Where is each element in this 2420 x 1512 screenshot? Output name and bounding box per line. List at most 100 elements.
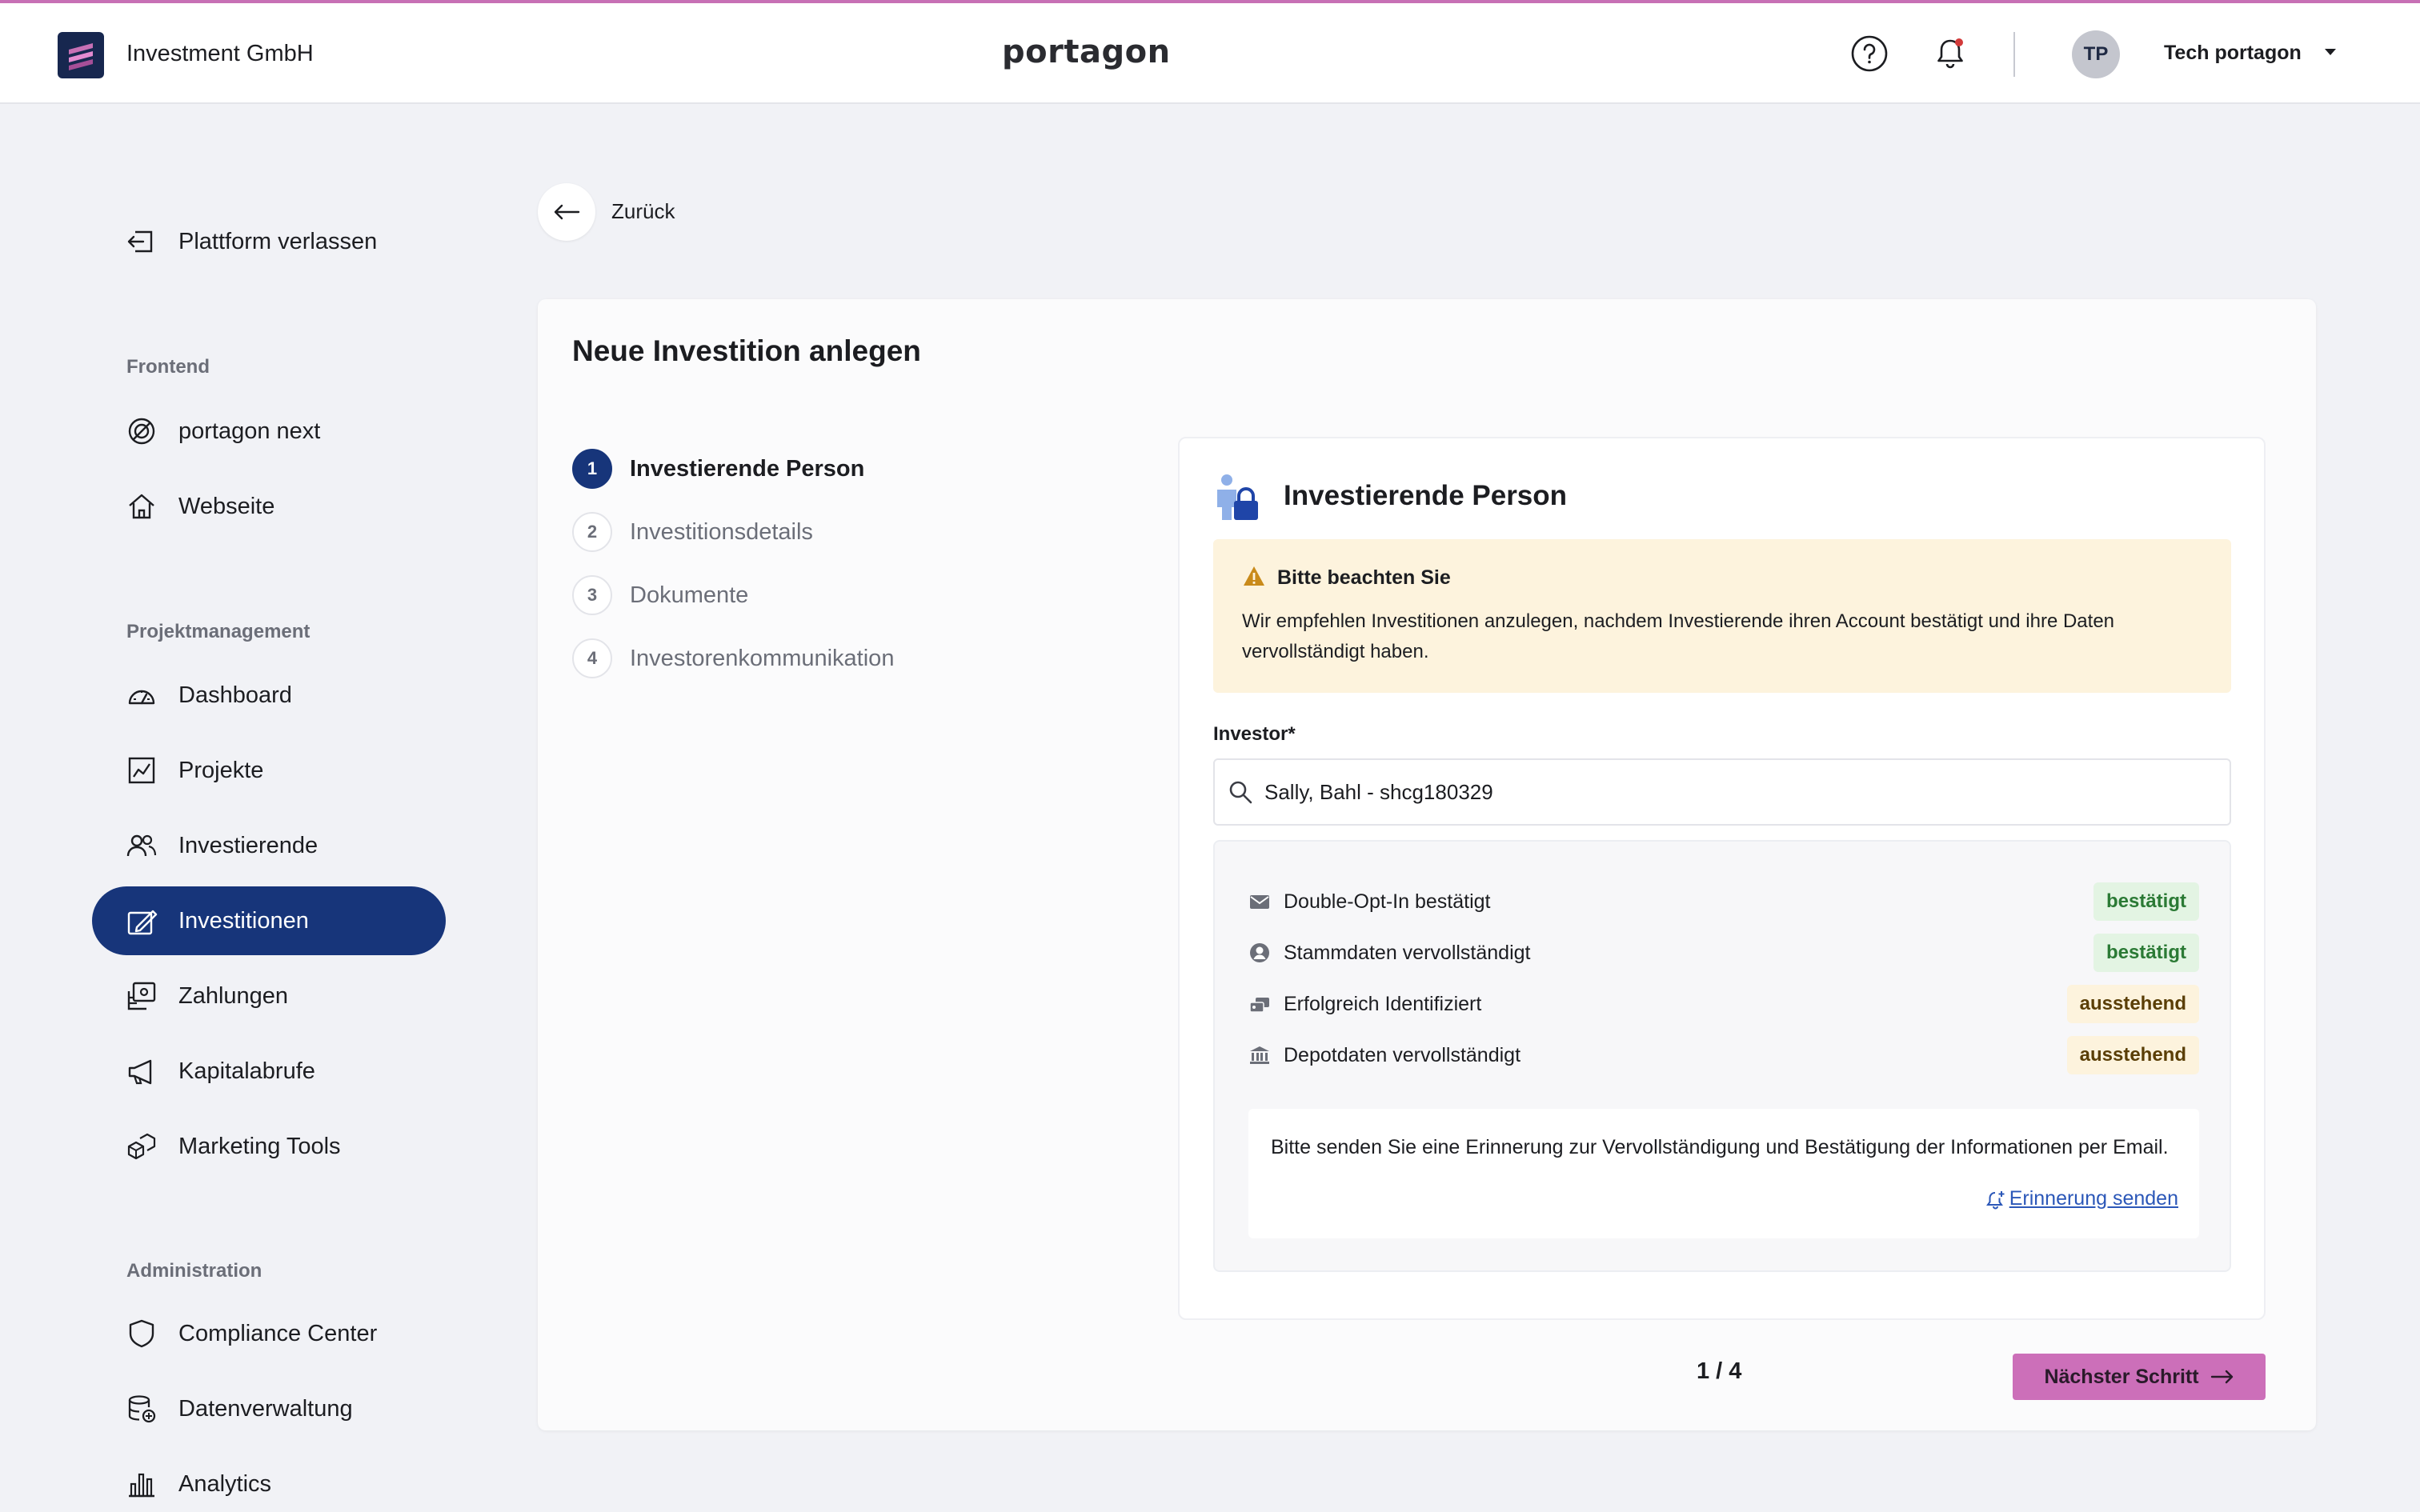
- warning-icon: [1242, 565, 1266, 587]
- status-label: Stammdaten vervollständigt: [1284, 941, 1531, 964]
- sidebar-item-portagon-next[interactable]: portagon next: [92, 397, 446, 466]
- person-lock-icon: [1213, 472, 1261, 522]
- step-investing-person[interactable]: 1 Investierende Person: [572, 448, 864, 490]
- status-row-identified: Erfolgreich Identifiziert ausstehend: [1248, 984, 2199, 1024]
- reminder-box: Bitte senden Sie eine Erinnerung zur Ver…: [1248, 1109, 2199, 1238]
- step-documents[interactable]: 3 Dokumente: [572, 574, 748, 616]
- sidebar-item-label: Plattform verlassen: [178, 228, 378, 254]
- sidebar-item-datenverwaltung[interactable]: Datenverwaltung: [92, 1374, 446, 1443]
- sidebar-item-label: Projekte: [178, 757, 264, 783]
- user-name[interactable]: Tech portagon: [2164, 42, 2302, 65]
- sidebar-item-dashboard[interactable]: Dashboard: [92, 661, 446, 730]
- sidebar-item-webseite[interactable]: Webseite: [92, 472, 446, 541]
- notice-text: Wir empfehlen Investitionen anzulegen, n…: [1242, 610, 2115, 662]
- page-title: Neue Investition anlegen: [572, 334, 921, 367]
- sidebar-item-marketing-tools[interactable]: Marketing Tools: [92, 1112, 446, 1181]
- sidebar-item-label: Marketing Tools: [178, 1133, 341, 1159]
- chart-icon: [126, 754, 158, 786]
- step-number: 2: [572, 512, 612, 552]
- exit-icon: [126, 226, 158, 258]
- status-badge: bestätigt: [2093, 934, 2199, 972]
- sidebar-item-label: Investitionen: [178, 907, 309, 934]
- user-circle-icon: [1248, 942, 1271, 964]
- brand-logo[interactable]: [58, 32, 104, 78]
- chevron-down-icon[interactable]: [2322, 46, 2338, 58]
- step-number: 3: [572, 575, 612, 615]
- step-label: Investorenkommunikation: [630, 645, 895, 671]
- sidebar-item-zahlungen[interactable]: Zahlungen: [92, 962, 446, 1030]
- step-label: Dokumente: [630, 582, 749, 608]
- step-number: 4: [572, 638, 612, 678]
- step-label: Investitionsdetails: [630, 518, 813, 545]
- top-divider: [2013, 32, 2015, 77]
- sidebar-item-label: Investierende: [178, 832, 319, 858]
- avatar[interactable]: TP: [2072, 30, 2120, 78]
- step-label: Investierende Person: [630, 455, 865, 482]
- status-row-double-opt-in: Double-Opt-In bestätigt bestätigt: [1248, 882, 2199, 922]
- step-investor-communication[interactable]: 4 Investorenkommunikation: [572, 638, 894, 679]
- back-label[interactable]: Zurück: [611, 199, 675, 224]
- portagon-logo: portagon: [1002, 34, 1171, 70]
- brand-name: Investment GmbH: [126, 41, 314, 66]
- users-icon: [126, 830, 158, 862]
- sidebar-item-kapitalabrufe[interactable]: Kapitalabrufe: [92, 1037, 446, 1106]
- investor-status-box: Double-Opt-In bestätigt bestätigt Stammd…: [1213, 840, 2231, 1272]
- sidebar-item-investierende[interactable]: Investierende: [92, 811, 446, 880]
- sidebar-item-label: Zahlungen: [178, 982, 289, 1009]
- sidebar-section-administration: Administration: [126, 1260, 262, 1282]
- new-investment-card: Neue Investition anlegen 1 Investierende…: [538, 299, 2316, 1430]
- step-investment-details[interactable]: 2 Investitionsdetails: [572, 511, 813, 553]
- investor-search-field[interactable]: [1213, 758, 2231, 826]
- sidebar-section-frontend: Frontend: [126, 356, 210, 378]
- sidebar-item-analytics[interactable]: Analytics: [92, 1450, 446, 1512]
- database-icon: [126, 1393, 158, 1425]
- sidebar-item-compliance-center[interactable]: Compliance Center: [92, 1299, 446, 1368]
- top-bar: Investment GmbH portagon TP Tech portago…: [0, 0, 2420, 104]
- home-icon: [126, 490, 158, 522]
- search-icon: [1228, 779, 1253, 805]
- investor-field-label: Investor*: [1213, 723, 1296, 745]
- status-label: Double-Opt-In bestätigt: [1284, 890, 1491, 913]
- send-reminder-label: Erinnerung senden: [2009, 1187, 2178, 1210]
- sidebar-item-label: Webseite: [178, 493, 275, 519]
- sidebar-item-investitionen[interactable]: Investitionen: [92, 886, 446, 955]
- status-row-master-data: Stammdaten vervollständigt bestätigt: [1248, 933, 2199, 973]
- notification-bell-icon[interactable]: [1930, 34, 1970, 74]
- next-step-button[interactable]: Nächster Schritt: [2013, 1354, 2266, 1400]
- back-button[interactable]: [538, 183, 595, 241]
- reminder-text: Bitte senden Sie eine Erinnerung zur Ver…: [1271, 1136, 2169, 1158]
- status-row-depot-data: Depotdaten vervollständigt ausstehend: [1248, 1035, 2199, 1075]
- send-reminder-link[interactable]: Erinnerung senden: [1985, 1187, 2178, 1210]
- sidebar-item-leave-platform[interactable]: Plattform verlassen: [92, 207, 446, 276]
- status-badge: ausstehend: [2066, 985, 2199, 1023]
- portagon-next-icon: [126, 415, 158, 447]
- sidebar-item-projekte[interactable]: Projekte: [92, 736, 446, 805]
- status-label: Erfolgreich Identifiziert: [1284, 992, 1482, 1015]
- mail-icon: [1248, 890, 1271, 913]
- megaphone-icon: [126, 1055, 158, 1087]
- step-pager: 1 / 4: [1697, 1358, 1742, 1384]
- boxes-icon: [126, 1130, 158, 1162]
- status-badge: bestätigt: [2093, 882, 2199, 921]
- sidebar-item-label: Kapitalabrufe: [178, 1058, 315, 1084]
- id-card-icon: [1248, 993, 1271, 1015]
- sidebar: Plattform verlassen Frontend portagon ne…: [0, 106, 480, 1512]
- arrow-right-icon: [2210, 1370, 2233, 1384]
- status-badge: ausstehend: [2066, 1036, 2199, 1074]
- speedometer-icon: [126, 679, 158, 711]
- sidebar-item-label: Analytics: [178, 1470, 272, 1497]
- next-step-label: Nächster Schritt: [2044, 1365, 2199, 1388]
- investing-person-panel: Investierende Person Bitte beachten Sie …: [1178, 437, 2266, 1320]
- status-label: Depotdaten vervollständigt: [1284, 1043, 1521, 1066]
- investor-search-input[interactable]: [1264, 779, 2185, 805]
- bar-chart-icon: [126, 1468, 158, 1500]
- notice-title: Bitte beachten Sie: [1277, 566, 1451, 589]
- sidebar-item-label: Dashboard: [178, 682, 292, 708]
- bank-icon: [1248, 1044, 1271, 1066]
- arrow-left-icon: [554, 204, 580, 220]
- bell-plus-icon: [1985, 1189, 2006, 1210]
- shield-icon: [126, 1318, 158, 1350]
- help-icon[interactable]: [1849, 34, 1889, 74]
- payments-icon: [126, 980, 158, 1012]
- notice-box: Bitte beachten Sie Wir empfehlen Investi…: [1213, 539, 2231, 693]
